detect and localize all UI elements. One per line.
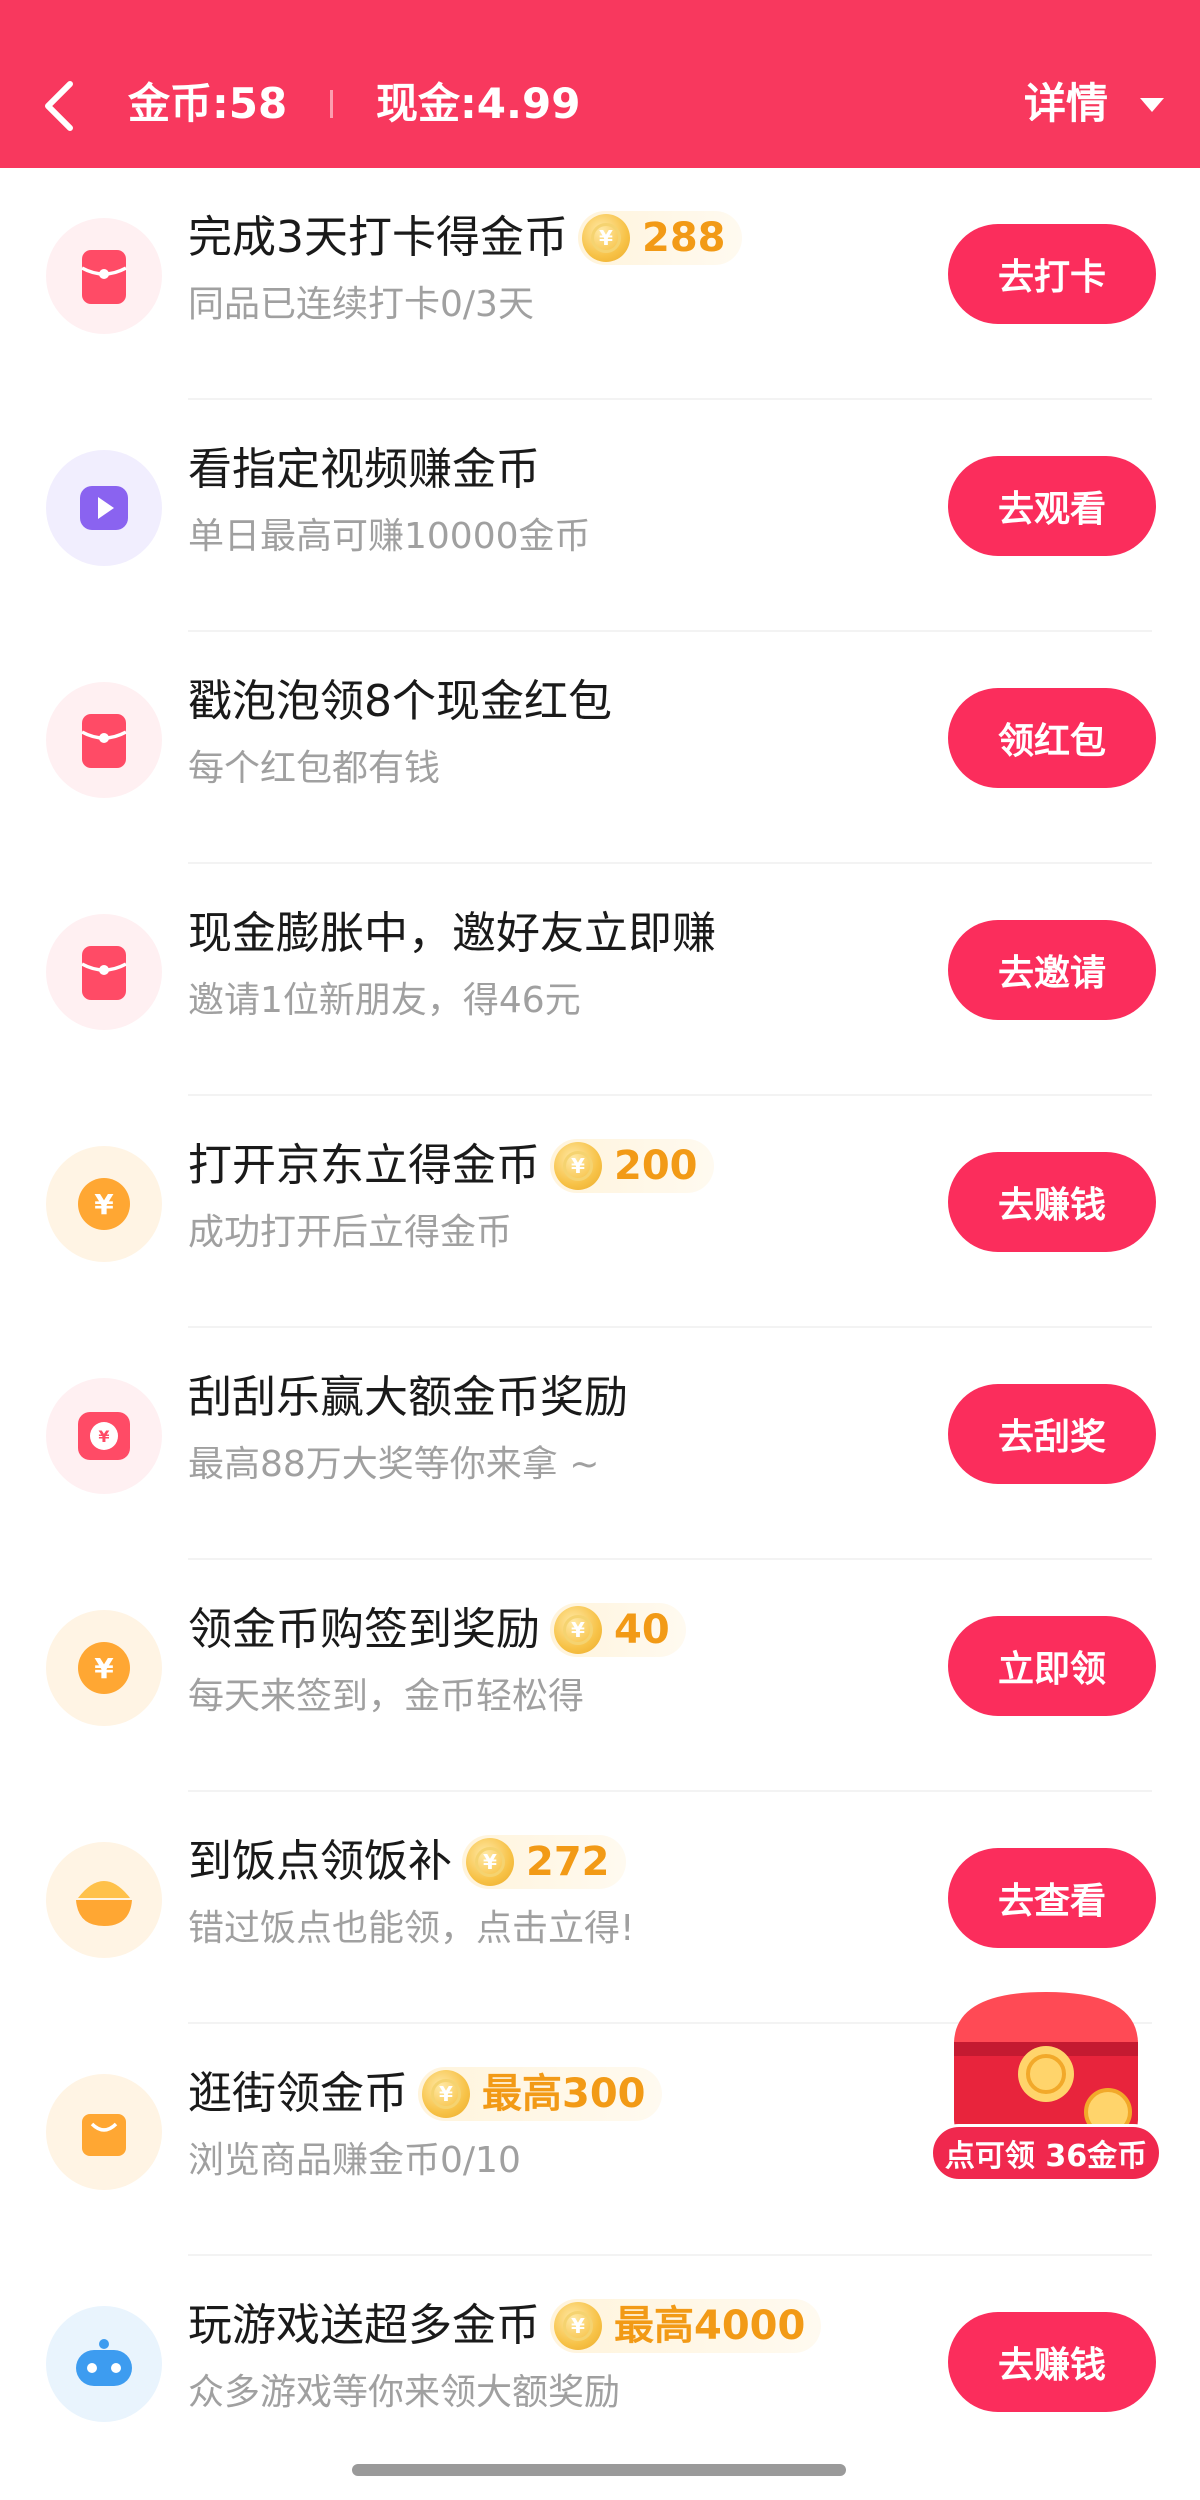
svg-text:¥: ¥ [94, 1652, 114, 1685]
coin-reward-badge: ¥40 [550, 1603, 686, 1657]
rice-bowl-icon [46, 1842, 162, 1958]
home-indicator [352, 2464, 846, 2476]
coin-reward-badge: ¥288 [578, 211, 742, 265]
task-title: 现金膨胀中，邀好友立即赚 [188, 908, 716, 959]
task-title: 完成3天打卡得金币 [188, 212, 568, 263]
task-action-button[interactable]: 去邀请 [948, 920, 1156, 1020]
task-row[interactable]: 玩游戏送超多金币 ¥ 最高4000 众多游戏等你来领大额奖励 去赚钱 [0, 2256, 1200, 2488]
task-row[interactable]: 现金膨胀中，邀好友立即赚邀请1位新朋友，得46元 去邀请 [0, 864, 1200, 1096]
coin-reward-value: 最高300 [482, 2071, 646, 2117]
video-play-icon [46, 450, 162, 566]
task-title-row: 打开京东立得金币 ¥200 [188, 1136, 714, 1196]
yen-coin-icon: ¥ [46, 1146, 162, 1262]
task-title: 戳泡泡领8个现金红包 [188, 676, 612, 727]
caret-down-icon[interactable] [1140, 98, 1164, 112]
task-row[interactable]: 看指定视频赚金币单日最高可赚10000金币 去观看 [0, 400, 1200, 632]
task-subtitle: 成功打开后立得金币 [188, 1212, 513, 1253]
coin-icon: ¥ [582, 214, 630, 262]
floating-reward[interactable]: 点可领 36金币 [926, 1982, 1166, 2196]
coin-icon: ¥ [466, 1838, 514, 1886]
task-title: 逛街领金币 [188, 2068, 408, 2119]
floating-reward-label[interactable]: 点可领 36金币 [930, 2124, 1162, 2182]
task-action-button[interactable]: 去打卡 [948, 224, 1156, 324]
task-row[interactable]: 完成3天打卡得金币 ¥288 同品已连续打卡0/3天 去打卡 [0, 168, 1200, 400]
task-row[interactable]: ¥ 打开京东立得金币 ¥200 成功打开后立得金币 去赚钱 [0, 1096, 1200, 1328]
task-action-button[interactable]: 去刮奖 [948, 1384, 1156, 1484]
game-controller-icon [46, 2306, 162, 2422]
detail-button[interactable]: 详情 [1024, 74, 1108, 134]
coin-reward-badge: ¥272 [462, 1835, 626, 1889]
task-subtitle: 邀请1位新朋友，得46元 [188, 980, 581, 1021]
top-bar: 金币:58 现金:4.99 详情 [0, 0, 1200, 168]
task-title-row: 到饭点领饭补 ¥272 [188, 1832, 626, 1892]
chevron-left-icon [45, 81, 73, 131]
svg-text:¥: ¥ [94, 1188, 114, 1221]
task-row[interactable]: ¥ 领金币购签到奖励 ¥40 每天来签到，金币轻松得 立即领 [0, 1560, 1200, 1792]
task-title-row: 玩游戏送超多金币 ¥ 最高4000 [188, 2296, 822, 2356]
task-action-button[interactable]: 去赚钱 [948, 2312, 1156, 2412]
task-title-row: 现金膨胀中，邀好友立即赚 [188, 904, 716, 964]
task-action-button[interactable]: 立即领 [948, 1616, 1156, 1716]
task-row[interactable]: ¥ 刮刮乐赢大额金币奖励最高88万大奖等你来拿 ~ 去刮奖 [0, 1328, 1200, 1560]
task-title: 玩游戏送超多金币 [188, 2300, 540, 2351]
task-subtitle: 最高88万大奖等你来拿 ~ [188, 1444, 600, 1485]
task-title-row: 逛街领金币 ¥ 最高300 [188, 2064, 662, 2124]
coin-icon: ¥ [422, 2070, 470, 2118]
task-row[interactable]: 戳泡泡领8个现金红包每个红包都有钱 领红包 [0, 632, 1200, 864]
task-action-button[interactable]: 去观看 [948, 456, 1156, 556]
coin-reward-value: 288 [642, 215, 726, 261]
task-subtitle: 单日最高可赚10000金币 [188, 516, 591, 557]
task-subtitle: 众多游戏等你来领大额奖励 [188, 2372, 621, 2413]
coin-reward-badge: ¥ 最高300 [418, 2067, 662, 2121]
coin-reward-badge: ¥ 最高4000 [550, 2299, 822, 2353]
task-subtitle: 错过饭点也能领，点击立得! [188, 1908, 635, 1949]
shopping-bag-icon [46, 2074, 162, 2190]
task-title-row: 戳泡泡领8个现金红包 [188, 672, 612, 732]
coin-balance: 金币:58 [128, 79, 288, 128]
coin-icon: ¥ [554, 1142, 602, 1190]
task-subtitle: 每个红包都有钱 [188, 748, 441, 789]
task-title-row: 刮刮乐赢大额金币奖励 [188, 1368, 628, 1428]
header-divider [330, 90, 333, 118]
scratch-card-icon: ¥ [46, 1378, 162, 1494]
red-envelope-icon [46, 682, 162, 798]
task-action-button[interactable]: 去查看 [948, 1848, 1156, 1948]
task-subtitle: 浏览商品赚金币0/10 [188, 2140, 521, 2181]
back-button[interactable] [38, 78, 78, 134]
task-action-button[interactable]: 领红包 [948, 688, 1156, 788]
task-title: 打开京东立得金币 [188, 1140, 540, 1191]
task-title: 领金币购签到奖励 [188, 1604, 540, 1655]
yen-coin-icon: ¥ [46, 1610, 162, 1726]
coin-reward-value: 272 [526, 1839, 610, 1885]
coin-reward-badge: ¥200 [550, 1139, 714, 1193]
coin-icon: ¥ [554, 1606, 602, 1654]
svg-text:¥: ¥ [98, 1427, 109, 1446]
task-title: 到饭点领饭补 [188, 1836, 452, 1887]
task-title: 刮刮乐赢大额金币奖励 [188, 1372, 628, 1423]
task-action-button[interactable]: 去赚钱 [948, 1152, 1156, 1252]
task-title-row: 完成3天打卡得金币 ¥288 [188, 208, 742, 268]
coin-reward-value: 200 [614, 1143, 698, 1189]
coin-icon: ¥ [554, 2302, 602, 2350]
cash-balance: 现金:4.99 [376, 79, 581, 128]
task-title-row: 领金币购签到奖励 ¥40 [188, 1600, 686, 1660]
red-envelope-icon [46, 218, 162, 334]
task-subtitle: 每天来签到，金币轻松得 [188, 1676, 585, 1717]
task-subtitle: 同品已连续打卡0/3天 [188, 284, 534, 325]
task-title-row: 看指定视频赚金币 [188, 440, 540, 500]
coin-reward-value: 40 [614, 1607, 670, 1653]
task-title: 看指定视频赚金币 [188, 444, 540, 495]
red-envelope-icon [46, 914, 162, 1030]
coin-reward-value: 最高4000 [614, 2303, 806, 2349]
